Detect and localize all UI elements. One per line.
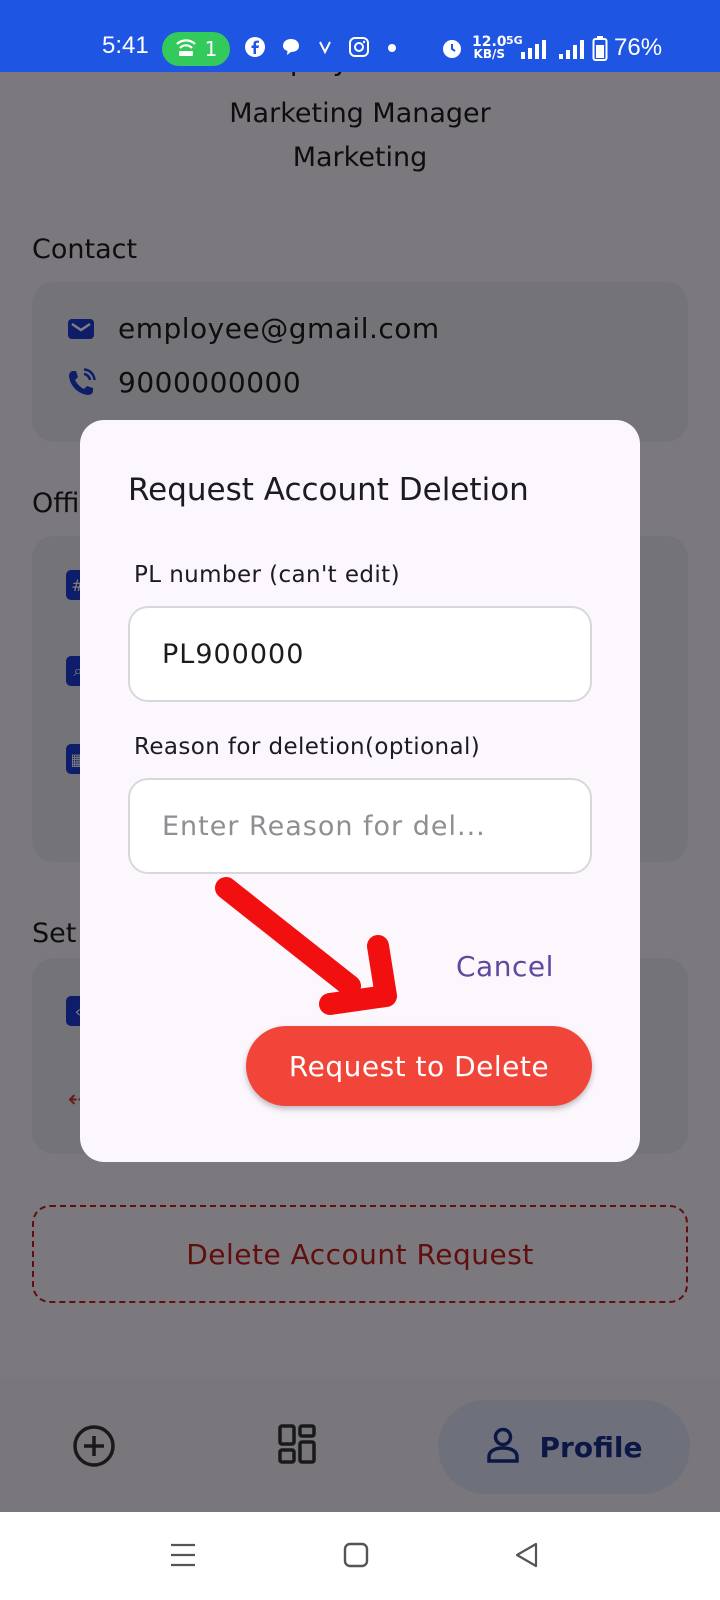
chat-bubble-icon <box>280 36 302 58</box>
reason-label: Reason for deletion(optional) <box>134 734 481 760</box>
instagram-icon <box>348 36 370 58</box>
signal-strength-icon <box>520 40 546 62</box>
hotspot-count: 1 <box>204 37 218 61</box>
status-time: 5:41 <box>102 32 149 59</box>
home-button[interactable] <box>343 1542 369 1572</box>
request-to-delete-button[interactable]: Request to Delete <box>246 1026 592 1106</box>
request-deletion-dialog: Request Account Deletion PL number (can'… <box>80 420 640 1162</box>
vpn-icon <box>318 36 340 58</box>
dialog-title: Request Account Deletion <box>128 472 529 508</box>
reason-input[interactable]: Enter Reason for del... <box>128 778 592 874</box>
battery-percentage: 76% <box>614 34 663 61</box>
pl-number-label: PL number (can't edit) <box>134 562 400 588</box>
alarm-icon <box>440 36 462 58</box>
notification-dot-icon <box>388 44 396 52</box>
hotspot-icon <box>175 37 197 62</box>
signal-strength-2-icon <box>558 40 584 62</box>
back-button[interactable] <box>514 1542 540 1572</box>
battery-icon <box>592 36 614 61</box>
network-speed-unit: KB/S <box>473 47 506 61</box>
hotspot-badge: 1 <box>162 32 230 66</box>
recent-apps-button[interactable] <box>170 1542 196 1572</box>
system-navigation-bar <box>0 1512 720 1600</box>
cancel-button[interactable]: Cancel <box>456 950 554 983</box>
pl-number-field[interactable]: PL900000 <box>128 606 592 702</box>
facebook-icon <box>244 36 266 58</box>
network-speed: 12.0 KB/S <box>472 35 507 61</box>
status-bar: 5:41 1 12.0 KB/S 5G 76% <box>0 0 720 72</box>
